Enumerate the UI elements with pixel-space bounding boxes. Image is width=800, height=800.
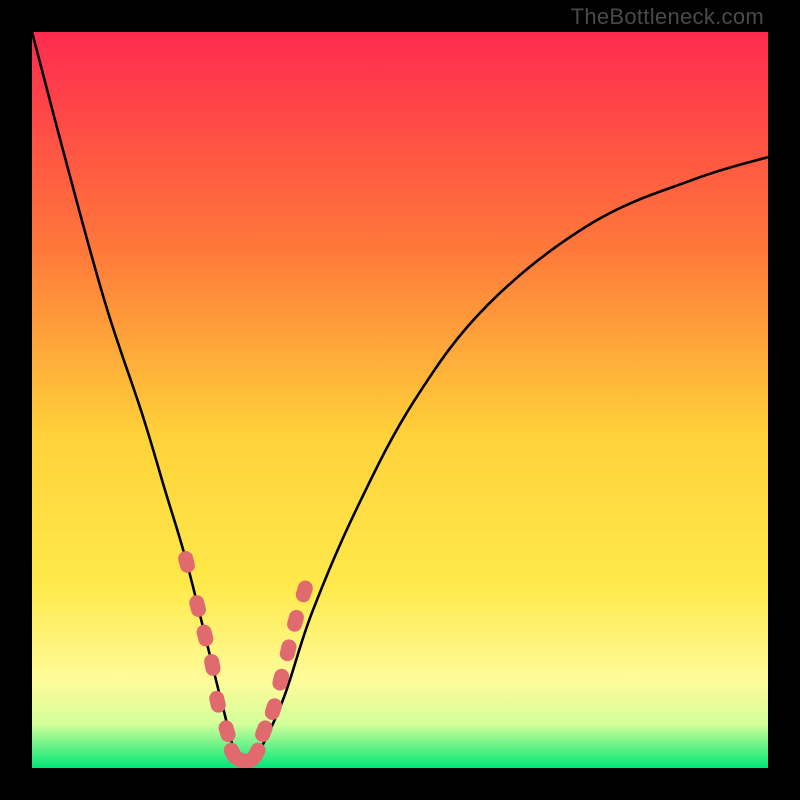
curve-marker — [263, 696, 284, 722]
curve-marker — [217, 719, 238, 744]
curve-marker — [188, 594, 208, 619]
curve-marker — [294, 579, 315, 604]
plot-area — [32, 32, 768, 768]
watermark-text: TheBottleneck.com — [571, 4, 764, 30]
curve-marker — [285, 608, 305, 633]
curve-marker — [195, 623, 215, 648]
curve-marker — [177, 549, 197, 574]
chart-frame: TheBottleneck.com — [0, 0, 800, 800]
bottleneck-curve — [32, 32, 768, 768]
curve-marker — [278, 638, 298, 663]
curve-markers — [177, 549, 315, 768]
curve-marker — [253, 718, 275, 744]
curve-layer — [32, 32, 768, 768]
curve-marker — [203, 653, 222, 677]
